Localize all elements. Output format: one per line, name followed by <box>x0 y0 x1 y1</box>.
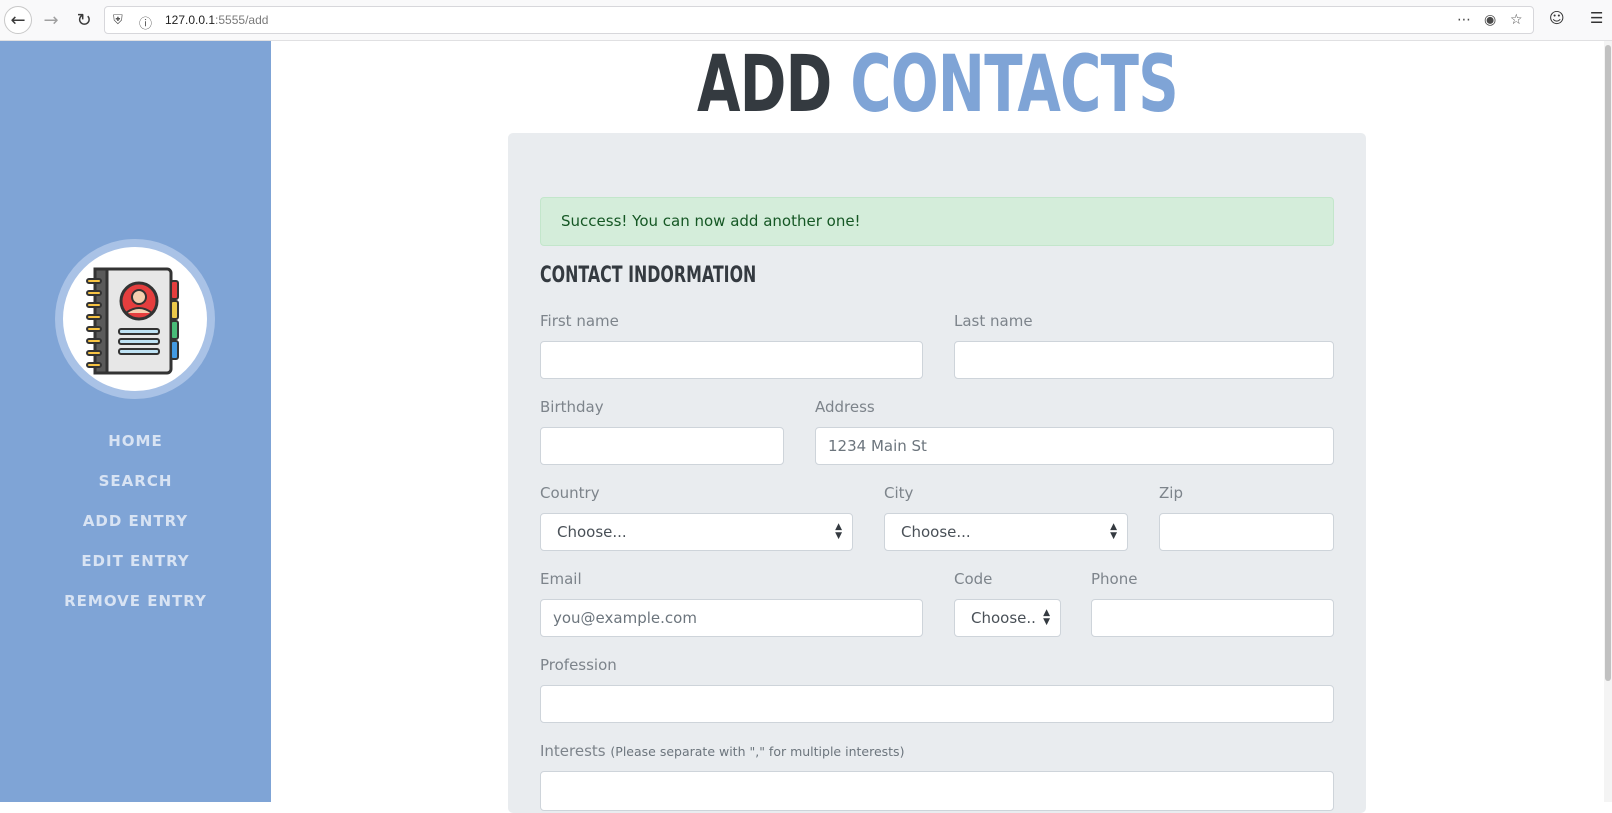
birthday-field[interactable] <box>540 427 784 465</box>
first-name-field[interactable] <box>540 341 923 379</box>
shield-icon[interactable]: ⛨ <box>113 13 123 28</box>
info-icon[interactable]: ⓘ <box>139 13 152 32</box>
section-title: CONTACT INDORMATION <box>540 263 757 288</box>
browser-toolbar: ← → ↻ ⛨ ⓘ 127.0.0.1:5555/add ⋯ ◉ ☆ ☺ ☰ <box>0 0 1612 41</box>
sidebar: HOME SEARCH ADD ENTRY EDIT ENTRY REMOVE … <box>0 41 271 802</box>
country-label: Country <box>540 484 600 502</box>
interests-label: Interests (Please separate with "," for … <box>540 742 904 760</box>
logo <box>63 247 207 391</box>
success-alert: Success! You can now add another one! <box>540 197 1334 246</box>
phone-field[interactable] <box>1091 599 1334 637</box>
account-icon[interactable]: ☺ <box>1549 9 1565 27</box>
page-title-part1: ADD <box>697 40 832 130</box>
last-name-label: Last name <box>954 312 1033 330</box>
first-name-label: First name <box>540 312 619 330</box>
city-select[interactable]: Choose... ▲ ▼ <box>884 513 1128 551</box>
address-book-icon <box>86 267 179 375</box>
email-field[interactable]: you@example.com <box>540 599 923 637</box>
page-title: ADD CONTACTS <box>458 40 1418 130</box>
sidebar-item-edit-entry[interactable]: EDIT ENTRY <box>0 541 271 581</box>
code-selected-value: Choose.. <box>971 609 1036 627</box>
zip-field[interactable] <box>1159 513 1334 551</box>
birthday-label: Birthday <box>540 398 604 416</box>
profession-label: Profession <box>540 656 617 674</box>
city-label: City <box>884 484 914 502</box>
last-name-field[interactable] <box>954 341 1334 379</box>
reload-icon[interactable]: ↻ <box>70 6 98 34</box>
code-label: Code <box>954 570 993 588</box>
address-field[interactable]: 1234 Main St <box>815 427 1334 465</box>
sidebar-item-add-entry[interactable]: ADD ENTRY <box>0 501 271 541</box>
select-arrows-icon: ▲ ▼ <box>1110 522 1117 541</box>
profession-field[interactable] <box>540 685 1334 723</box>
sidebar-item-home[interactable]: HOME <box>0 421 271 461</box>
menu-icon[interactable]: ☰ <box>1590 9 1603 27</box>
interests-label-text: Interests <box>540 742 606 760</box>
email-label: Email <box>540 570 582 588</box>
country-select[interactable]: Choose... ▲ ▼ <box>540 513 853 551</box>
zip-label: Zip <box>1159 484 1183 502</box>
country-selected-value: Choose... <box>557 523 627 541</box>
phone-label: Phone <box>1091 570 1138 588</box>
url-text[interactable]: 127.0.0.1:5555/add <box>165 13 268 27</box>
page-title-part2: CONTACTS <box>850 40 1178 130</box>
sidebar-item-search[interactable]: SEARCH <box>0 461 271 501</box>
select-arrows-icon: ▲ ▼ <box>835 522 842 541</box>
select-arrows-icon: ▲ ▼ <box>1043 608 1050 627</box>
scrollbar[interactable] <box>1604 41 1612 802</box>
sidebar-nav: HOME SEARCH ADD ENTRY EDIT ENTRY REMOVE … <box>0 421 271 621</box>
code-select[interactable]: Choose.. ▲ ▼ <box>954 599 1061 637</box>
scrollbar-thumb[interactable] <box>1605 45 1611 681</box>
form-card: Success! You can now add another one! CO… <box>508 133 1366 813</box>
interests-field[interactable] <box>540 771 1334 811</box>
sidebar-item-remove-entry[interactable]: REMOVE ENTRY <box>0 581 271 621</box>
city-selected-value: Choose... <box>901 523 971 541</box>
interests-hint: (Please separate with "," for multiple i… <box>610 744 905 759</box>
star-icon[interactable]: ☆ <box>1510 12 1523 28</box>
forward-icon[interactable]: → <box>37 6 65 34</box>
url-bar[interactable]: ⛨ ⓘ 127.0.0.1:5555/add ⋯ ◉ ☆ <box>104 6 1534 34</box>
back-icon[interactable]: ← <box>4 6 32 34</box>
pocket-icon[interactable]: ◉ <box>1484 12 1496 28</box>
more-icon[interactable]: ⋯ <box>1457 12 1471 28</box>
address-label: Address <box>815 398 875 416</box>
